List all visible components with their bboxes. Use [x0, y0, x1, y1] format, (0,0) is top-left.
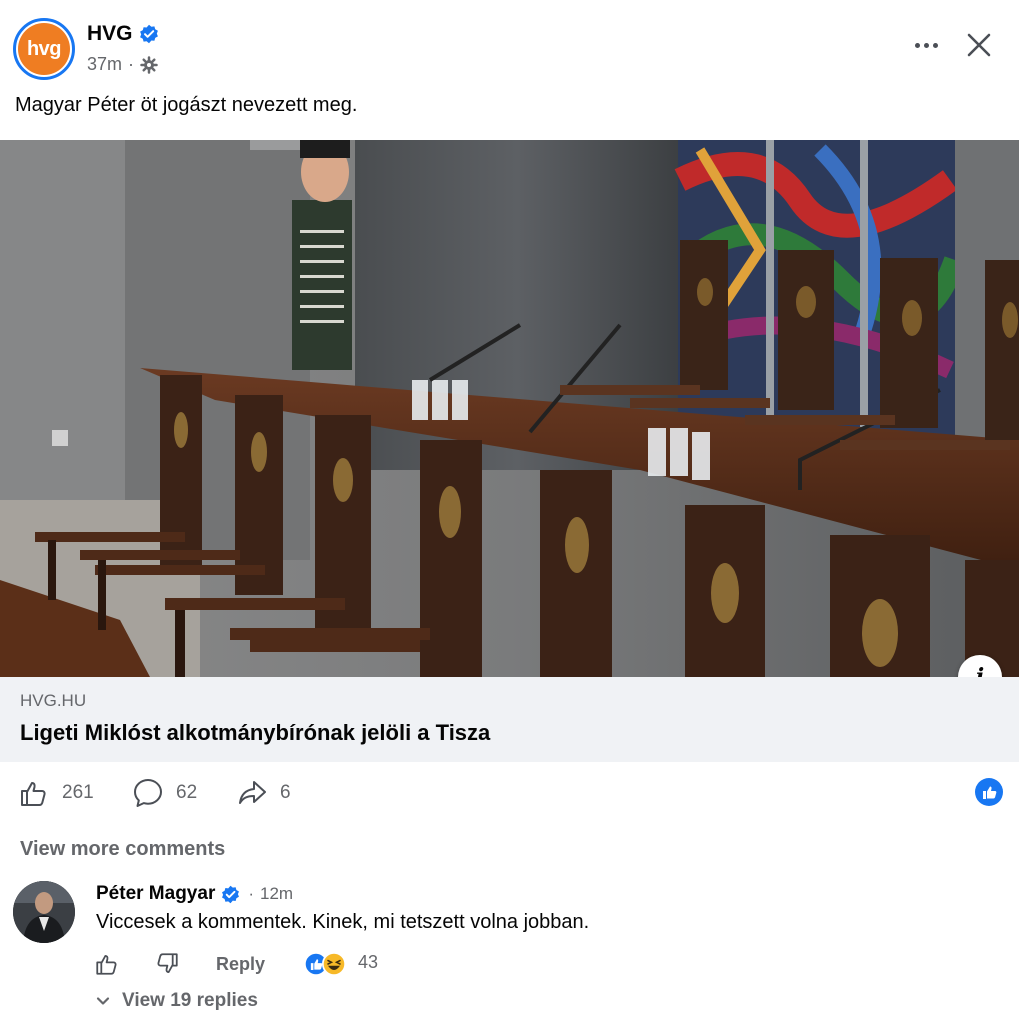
courtroom-illustration	[0, 140, 1019, 677]
post-card: hvg HVG 37m · Magyar Péter öt jogászt ne…	[0, 0, 1019, 1024]
like-button[interactable]: 261	[18, 776, 94, 810]
post-meta: 37m ·	[87, 54, 158, 75]
globe-gear-icon	[140, 55, 158, 74]
link-domain: HVG.HU	[20, 691, 87, 710]
commenter-name-label: Péter Magyar	[96, 883, 216, 904]
avatar-photo	[13, 881, 75, 943]
view-more-comments[interactable]: View more comments	[20, 838, 225, 861]
comment-time[interactable]: 12m	[260, 884, 293, 904]
view-replies-button[interactable]: View 19 replies	[96, 990, 258, 1012]
close-icon[interactable]	[962, 28, 996, 62]
comment-like-button[interactable]	[94, 950, 120, 978]
view-replies-label: View 19 replies	[122, 990, 258, 1011]
comment-dislike-button[interactable]	[154, 950, 180, 978]
verified-badge-icon	[222, 885, 240, 903]
hvg-logo: hvg	[18, 23, 70, 75]
comment-separator: ·	[248, 884, 255, 903]
meta-separator: ·	[128, 54, 135, 74]
dislike-icon	[157, 953, 178, 974]
chevron-down-icon	[96, 997, 110, 1005]
comment-reaction-count: 43	[358, 952, 379, 972]
link-title: Ligeti Miklóst alkotmánybírónak jelöli a…	[20, 720, 491, 745]
commenter-avatar[interactable]	[13, 881, 75, 943]
comment-button[interactable]: 62	[132, 776, 197, 810]
share-icon	[239, 781, 266, 804]
like-icon	[21, 782, 46, 806]
comment-reactions[interactable]	[304, 950, 346, 978]
verified-badge-icon	[139, 25, 158, 44]
post-time[interactable]: 37m	[87, 54, 122, 75]
comment-count: 62	[176, 782, 198, 803]
post-image[interactable]	[0, 140, 1019, 677]
like-icon	[96, 954, 117, 975]
page-name[interactable]: HVG	[87, 22, 159, 46]
like-reaction-icon[interactable]	[975, 778, 1003, 806]
commenter-name[interactable]: Péter Magyar · 12m	[96, 883, 293, 905]
page-name-label: HVG	[87, 22, 133, 45]
haha-reaction-icon	[322, 952, 346, 976]
share-button[interactable]: 6	[236, 776, 291, 810]
comment-text: Viccesek a kommentek. Kinek, mi tetszett…	[96, 911, 590, 933]
like-count: 261	[62, 782, 94, 803]
comment-icon	[134, 779, 162, 807]
reply-label: Reply	[216, 953, 266, 974]
page-avatar[interactable]: hvg	[13, 18, 75, 80]
post-text: Magyar Péter öt jogászt nevezett meg.	[15, 94, 358, 116]
link-preview[interactable]: HVG.HU Ligeti Miklóst alkotmánybírónak j…	[0, 677, 1019, 762]
share-count: 6	[280, 782, 291, 803]
more-options-icon[interactable]	[906, 30, 946, 60]
reply-button[interactable]: Reply	[216, 950, 265, 978]
